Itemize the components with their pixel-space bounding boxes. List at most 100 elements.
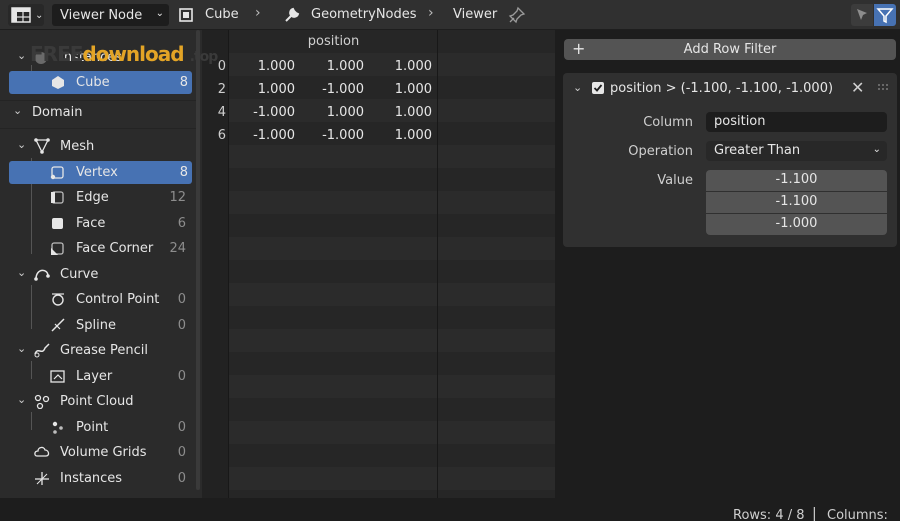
chevron-down-icon: ⌄: [13, 104, 23, 117]
grease-pencil-icon: [33, 342, 51, 362]
mesh-data-icon: [49, 74, 67, 94]
add-row-filter-label: Add Row Filter: [683, 42, 777, 57]
sidebar-item-label: Control Point: [76, 292, 160, 307]
sidebar-item-point-cloud[interactable]: ⌄ Point Cloud: [0, 390, 198, 413]
pin-icon[interactable]: [508, 6, 526, 24]
sidebar-item-point[interactable]: Point 0: [0, 416, 198, 439]
breadcrumb-modifier[interactable]: GeometryNodes: [311, 7, 417, 22]
sidebar-item-label: Point Cloud: [60, 394, 134, 409]
value-z-field[interactable]: -1.000: [706, 214, 887, 235]
sidebar-scrollbar[interactable]: [196, 30, 200, 490]
value-y-field[interactable]: -1.100: [706, 192, 887, 213]
instances-icon: [33, 470, 51, 490]
watermark-prefix: FREE: [30, 42, 83, 66]
viewer-mode-dropdown[interactable]: Viewer Node ⌄: [52, 4, 169, 26]
operation-dropdown[interactable]: Greater Than ⌄: [706, 141, 887, 161]
edge-icon: [49, 189, 67, 209]
watermark-suffix: .top: [189, 49, 219, 65]
columns-count: Columns: 1: [827, 508, 888, 521]
row-filter-item: ⌄ position > (-1.100, -1.100, -1.000) ✕ …: [563, 73, 897, 247]
value-label: Value: [657, 173, 693, 188]
add-row-filter-button[interactable]: + Add Row Filter: [564, 39, 896, 60]
sidebar-item-count: 0: [177, 420, 186, 435]
sidebar-item-layer[interactable]: Layer 0: [0, 365, 198, 388]
sidebar-item-volume-grids[interactable]: Volume Grids 0: [0, 441, 198, 464]
sidebar-item-control-point[interactable]: Control Point 0: [0, 288, 198, 311]
sidebar-item-grease-pencil[interactable]: ⌄ Grease Pencil: [0, 339, 198, 362]
chevron-down-icon: ⌄: [17, 49, 27, 62]
sidebar-item-label: Edge: [76, 190, 109, 205]
point-icon: [49, 419, 67, 439]
sidebar-item-count: 0: [177, 369, 186, 384]
face-icon: [49, 215, 67, 235]
table-cell: -1.000: [322, 82, 364, 97]
chevron-down-icon[interactable]: ⌄: [573, 81, 582, 94]
row-index: 4: [217, 105, 226, 120]
spreadsheet-table: position 0 1.000 1.000 1.000 2 1.000 -1.…: [202, 30, 555, 498]
sidebar-item-label: Point: [76, 420, 109, 435]
chevron-down-icon: ⌄: [17, 266, 27, 279]
status-separator: |: [812, 506, 817, 521]
drag-handle-icon[interactable]: [877, 82, 891, 92]
sidebar-item-count: 6: [177, 216, 186, 231]
value-x-field[interactable]: -1.100: [706, 170, 887, 191]
sidebar-item-label: Vertex: [76, 165, 118, 180]
sidebar-item-count: 8: [179, 165, 188, 180]
filter-toggle[interactable]: [874, 4, 896, 26]
sidebar-item-label: Layer: [76, 369, 113, 384]
breadcrumb-viewer[interactable]: Viewer: [453, 7, 497, 22]
rows-count: Rows: 4 / 8: [733, 508, 805, 521]
filter-title: position > (-1.100, -1.100, -1.000): [610, 81, 834, 96]
filter-icon: [876, 8, 894, 24]
watermark-main: download: [82, 42, 184, 66]
column-field[interactable]: position: [706, 112, 887, 132]
close-icon[interactable]: ✕: [851, 78, 864, 97]
checkmark-icon: [593, 84, 603, 92]
sidebar-item-label: Cube: [76, 75, 110, 90]
breadcrumb-object[interactable]: Cube: [205, 7, 239, 22]
selection-only-toggle[interactable]: [851, 4, 873, 26]
sidebar-item-instances[interactable]: Instances 0: [0, 467, 198, 490]
operation-value: Greater Than: [714, 143, 801, 158]
table-cell: 1.000: [326, 59, 364, 74]
sidebar-item-count: 0: [177, 292, 186, 307]
sidebar-item-label: Mesh: [60, 139, 95, 154]
filter-enabled-checkbox[interactable]: [592, 82, 604, 94]
editor-type-dropdown[interactable]: ⌄: [8, 4, 44, 26]
header-bar: ⌄ Viewer Node ⌄ Cube › GeometryNodes › V…: [0, 0, 900, 30]
viewer-mode-label: Viewer Node: [60, 7, 143, 23]
breadcrumb-separator-icon: ›: [428, 5, 434, 21]
watermark-logo: FREEdownload .top: [30, 42, 219, 66]
sidebar-item-cube[interactable]: Cube 8: [9, 71, 192, 94]
sidebar-item-label: Spline: [76, 318, 116, 333]
sidebar-item-count: 12: [169, 190, 186, 205]
select-icon: [857, 9, 867, 20]
sidebar-item-spline[interactable]: Spline 0: [0, 314, 198, 337]
sidebar-item-vertex[interactable]: Vertex 8: [9, 161, 192, 184]
table-cell: 1.000: [394, 105, 432, 120]
row-index: 2: [217, 82, 226, 97]
table-cell: 1.000: [257, 82, 295, 97]
point-cloud-icon: [33, 393, 51, 413]
mesh-icon: [33, 138, 51, 158]
vertex-icon: [49, 164, 67, 184]
domain-label: Domain: [32, 105, 83, 120]
table-cell: 1.000: [257, 59, 295, 74]
sidebar-item-mesh[interactable]: ⌄ Mesh: [0, 135, 198, 158]
table-cell: -1.000: [253, 128, 295, 143]
column-header-position[interactable]: position: [230, 30, 437, 53]
layer-icon: [49, 368, 67, 388]
sidebar-item-label: Face: [76, 216, 106, 231]
domain-panel-header[interactable]: ⌄ Domain: [0, 101, 198, 124]
chevron-down-icon: ⌄: [17, 342, 27, 355]
sidebar-item-label: Instances: [60, 471, 123, 486]
chevron-down-icon: ⌄: [872, 144, 881, 155]
sidebar-item-edge[interactable]: Edge 12: [0, 186, 198, 209]
volume-icon: [33, 444, 51, 464]
object-icon: [179, 8, 193, 22]
sidebar-item-face[interactable]: Face 6: [0, 212, 198, 235]
sidebar-item-count: 0: [177, 471, 186, 486]
sidebar-item-face-corner[interactable]: Face Corner 24: [0, 237, 198, 260]
sidebar-item-curve[interactable]: ⌄ Curve: [0, 263, 198, 286]
table-cell: -1.000: [322, 128, 364, 143]
